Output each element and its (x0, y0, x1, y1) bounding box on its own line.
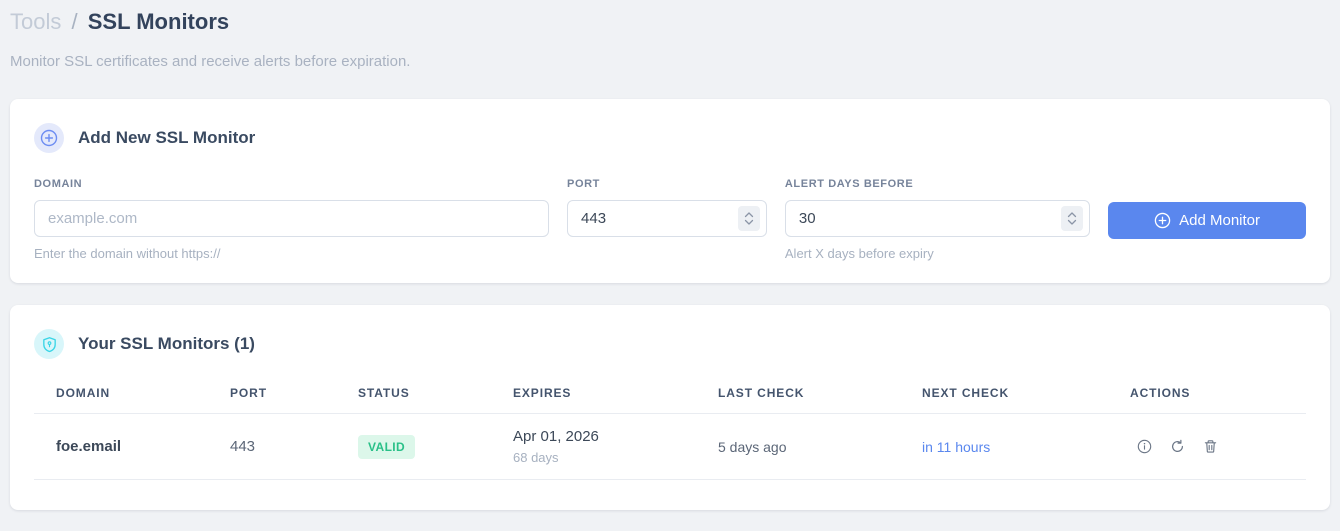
breadcrumb: Tools / SSL Monitors (10, 8, 1328, 36)
domain-input[interactable] (34, 200, 550, 237)
page-subtitle: Monitor SSL certificates and receive ale… (10, 53, 411, 70)
domain-label: DOMAIN (34, 178, 83, 190)
port-stepper[interactable] (737, 206, 760, 231)
col-header-last-check: LAST CHECK (718, 386, 805, 400)
circle-plus-icon (34, 123, 64, 153)
alert-days-stepper[interactable] (1061, 206, 1084, 231)
monitor-next-check[interactable]: in 11 hours (922, 439, 1130, 455)
monitor-status-cell: VALID (358, 434, 513, 459)
add-card-title: Add New SSL Monitor (78, 128, 256, 147)
col-header-next-check: NEXT CHECK (922, 386, 1010, 400)
domain-field-group: DOMAIN Enter the domain without https:// (34, 178, 550, 261)
page-title: SSL Monitors (87, 9, 230, 34)
alert-days-input[interactable] (784, 200, 1091, 237)
monitor-expires-cell: Apr 01, 2026 68 days (513, 428, 718, 465)
col-header-actions: ACTIONS (1130, 386, 1191, 400)
alert-days-field-group: ALERT DAYS BEFORE Alert X days before ex… (784, 178, 1091, 261)
add-monitor-button[interactable]: Add Monitor (1108, 202, 1306, 239)
add-card-header: Add New SSL Monitor (34, 123, 1306, 153)
status-badge: VALID (358, 434, 416, 459)
domain-helper-text: Enter the domain without https:// (34, 246, 221, 261)
expires-date: Apr 01, 2026 (513, 428, 599, 445)
ssl-monitors-page: Tools / SSL Monitors Monitor SSL certifi… (0, 0, 1340, 531)
alert-days-input-wrap (784, 200, 1091, 237)
breadcrumb-tools-link[interactable]: Tools (10, 9, 61, 34)
col-header-port: PORT (230, 386, 267, 400)
delete-button[interactable] (1203, 439, 1218, 454)
col-header-domain: DOMAIN (56, 386, 111, 400)
monitors-card-title: Your SSL Monitors (1) (78, 334, 255, 353)
monitors-table: DOMAIN PORT STATUS EXPIRES LAST CHECK NE… (34, 386, 1306, 480)
add-monitor-button-label: Add Monitor (1179, 212, 1260, 229)
table-header-row: DOMAIN PORT STATUS EXPIRES LAST CHECK NE… (34, 386, 1306, 414)
info-button[interactable] (1137, 439, 1152, 454)
info-icon (1137, 439, 1152, 454)
port-input-wrap (567, 200, 767, 237)
refresh-button[interactable] (1170, 439, 1185, 454)
port-label: PORT (567, 178, 601, 190)
port-field-group: PORT (567, 178, 767, 237)
monitor-port: 443 (230, 438, 256, 455)
shield-icon (34, 329, 64, 359)
add-monitor-form: DOMAIN Enter the domain without https://… (34, 178, 1306, 261)
circle-plus-icon (1154, 212, 1171, 229)
monitors-card-header: Your SSL Monitors (1) (34, 329, 1306, 359)
trash-icon (1203, 439, 1218, 454)
table-row: foe.email 443 VALID Apr 01, 2026 68 days… (34, 414, 1306, 480)
port-input[interactable] (567, 200, 767, 237)
col-header-status: STATUS (358, 386, 410, 400)
monitor-actions-cell (1130, 439, 1306, 454)
expires-days-remaining: 68 days (513, 450, 559, 465)
monitor-domain: foe.email (56, 438, 122, 455)
add-monitor-card: Add New SSL Monitor DOMAIN Enter the dom… (10, 99, 1330, 283)
refresh-icon (1170, 439, 1185, 454)
page-header: Tools / SSL Monitors Monitor SSL certifi… (0, 0, 1340, 70)
alert-days-helper-text: Alert X days before expiry (784, 246, 934, 261)
monitors-list-card: Your SSL Monitors (1) DOMAIN PORT STATUS… (10, 305, 1330, 510)
monitor-last-check: 5 days ago (718, 438, 787, 455)
alert-days-label: ALERT DAYS BEFORE (784, 178, 914, 190)
col-header-expires: EXPIRES (513, 386, 572, 400)
breadcrumb-separator: / (71, 9, 78, 34)
